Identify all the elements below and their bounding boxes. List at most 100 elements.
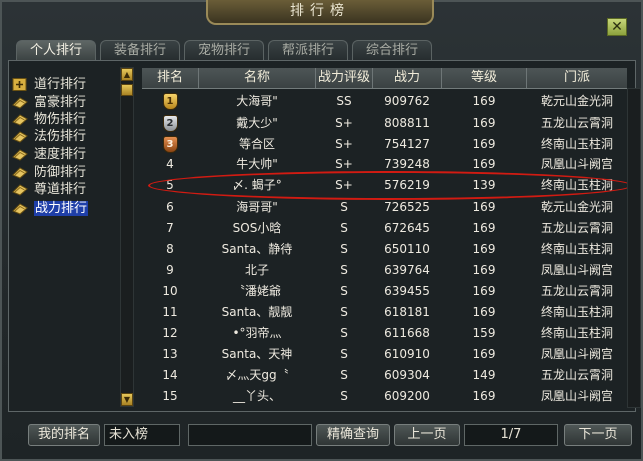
bottom-bar: 我的排名 未入榜 精确查询 上一页 1/7 下一页 — [8, 418, 636, 452]
scroll-icon — [12, 148, 28, 161]
cell-grade: SS — [336, 94, 352, 108]
category-item-physical-damage[interactable]: 物伤排行 — [12, 111, 86, 128]
scroll-down-arrow-icon[interactable]: ▼ — [121, 393, 133, 406]
cell-name: 北子 — [244, 263, 269, 277]
cell-power: 618181 — [384, 305, 430, 319]
cell-sect: 凤凰山斗阙宫 — [540, 157, 613, 171]
cell-name: SOS小晗 — [232, 221, 282, 235]
cell-name: 〝潘姥爺 — [232, 284, 281, 298]
my-rank-value: 未入榜 — [104, 424, 180, 446]
category-label: 道行排行 — [34, 77, 87, 92]
table-row[interactable]: 9 北子 S 639764 169 凤凰山斗阙宫 — [142, 261, 627, 280]
scroll-up-arrow-icon[interactable]: ▲ — [121, 68, 133, 81]
cell-sect: 五龙山云霄洞 — [540, 221, 613, 235]
table-row[interactable]: 14 〆灬天gg〝 S 609304 149 五龙山云霄洞 — [142, 366, 627, 385]
tab-overall-ranking[interactable]: 综合排行 — [352, 40, 432, 60]
cell-grade: S — [340, 263, 348, 277]
category-scrollbar[interactable]: ▲ ▼ — [120, 67, 134, 407]
cell-power: 610910 — [384, 347, 430, 361]
category-label: 防御排行 — [34, 165, 87, 180]
scroll-icon — [12, 130, 28, 143]
cell-name: Santa、天神 — [221, 347, 293, 361]
cell-sect: 乾元山金光洞 — [540, 200, 613, 214]
category-item-magic-damage[interactable]: 法伤排行 — [12, 128, 86, 145]
next-page-button[interactable]: 下一页 — [564, 424, 632, 446]
table-row[interactable]: 7 SOS小晗 S 672645 169 五龙山云霄洞 — [142, 219, 627, 238]
prev-page-button[interactable]: 上一页 — [394, 424, 460, 446]
table-row[interactable]: 3 等合区 S+ 754127 169 终南山玉柱洞 — [142, 135, 627, 154]
cell-grade: S — [340, 200, 348, 214]
cell-grade: S+ — [335, 116, 353, 130]
header-level: 等级 — [470, 70, 497, 85]
cell-name: __丫头、 — [232, 389, 281, 403]
cell-name: •°羽帝灬 — [232, 326, 282, 340]
scroll-icon — [12, 183, 28, 196]
scroll-thumb[interactable] — [121, 84, 133, 96]
cell-level: 169 — [472, 305, 496, 319]
cell-rank: 12 — [162, 326, 178, 340]
cell-name: 海哥哥" — [236, 200, 278, 214]
cell-rank: 7 — [166, 221, 174, 235]
table-row[interactable]: 15 __丫头、 S 609200 169 凤凰山斗阙宫 — [142, 387, 627, 406]
cell-grade: S+ — [335, 137, 353, 151]
my-rank-button[interactable]: 我的排名 — [28, 424, 100, 446]
table-row[interactable]: 11 Santa、靓靓 S 618181 169 终南山玉柱洞 — [142, 303, 627, 322]
cell-power: 609304 — [384, 368, 430, 382]
search-input[interactable] — [188, 424, 312, 446]
category-item-speed[interactable]: 速度排行 — [12, 146, 86, 163]
cell-sect: 终南山玉柱洞 — [540, 137, 613, 151]
tab-personal-ranking[interactable]: 个人排行 — [16, 40, 96, 60]
category-item-wealth[interactable]: 富豪排行 — [12, 94, 86, 111]
cell-rank: 15 — [162, 389, 178, 403]
category-item-combat-power[interactable]: 战力排行 — [12, 200, 89, 217]
category-label: 物伤排行 — [34, 112, 87, 127]
cell-name: 〆灬天gg〝 — [225, 368, 289, 382]
cell-rank: 13 — [162, 347, 178, 361]
red-highlight-circle — [148, 171, 632, 200]
table-row[interactable]: 2 戴大少" S+ 808811 169 五龙山云霄洞 — [142, 114, 627, 133]
cell-name: Santa、靓靓 — [221, 305, 293, 319]
silver-medal-icon: 2 — [162, 115, 178, 132]
cell-name: 等合区 — [238, 137, 275, 151]
tab-pet-ranking[interactable]: 宠物排行 — [184, 40, 264, 60]
rank-medal: 3 — [142, 135, 198, 154]
cell-power: 639455 — [384, 284, 430, 298]
rank-medal: 2 — [142, 114, 198, 133]
category-label: 速度排行 — [34, 147, 87, 162]
plus-square-icon[interactable] — [12, 78, 28, 91]
cell-sect: 五龙山云霄洞 — [540, 284, 613, 298]
close-button[interactable]: ✕ — [607, 18, 627, 36]
category-item-defense[interactable]: 防御排行 — [12, 164, 86, 181]
exact-search-button[interactable]: 精确查询 — [316, 424, 390, 446]
category-label: 战力排行 — [34, 201, 89, 216]
table-row[interactable]: 13 Santa、天神 S 610910 169 凤凰山斗阙宫 — [142, 345, 627, 364]
cell-level: 169 — [472, 263, 496, 277]
table-row[interactable]: 1 大海哥" SS 909762 169 乾元山金光洞 — [142, 92, 627, 111]
table-row[interactable]: 6 海哥哥" S 726525 169 乾元山金光洞 — [142, 198, 627, 217]
table-row[interactable]: 12 •°羽帝灬 S 611668 159 终南山玉柱洞 — [142, 324, 627, 343]
category-item-zundao[interactable]: 尊道排行 — [12, 181, 86, 198]
table-row[interactable]: 10 〝潘姥爺 S 639455 169 五龙山云霄洞 — [142, 282, 627, 301]
cell-rank: 9 — [166, 263, 174, 277]
header-grade: 战力评级 — [317, 70, 370, 85]
category-item-daoxing[interactable]: 道行排行 — [12, 76, 86, 93]
gold-medal-icon: 1 — [162, 93, 178, 110]
cell-grade: S — [340, 326, 348, 340]
cell-level: 169 — [472, 389, 496, 403]
cell-sect: 凤凰山斗阙宫 — [540, 263, 613, 277]
cell-sect: 终南山玉柱洞 — [540, 326, 613, 340]
category-label: 尊道排行 — [34, 182, 87, 197]
cell-name: Santa、静待 — [221, 242, 293, 256]
cell-level: 169 — [472, 242, 496, 256]
table-row[interactable]: 8 Santa、静待 S 650110 169 终南山玉柱洞 — [142, 240, 627, 259]
cell-rank: 4 — [166, 157, 174, 171]
table-scrollbar[interactable] — [627, 88, 641, 408]
cell-grade: S — [340, 221, 348, 235]
tab-guild-ranking[interactable]: 帮派排行 — [268, 40, 348, 60]
header-sect: 门派 — [563, 70, 590, 85]
category-label: 法伤排行 — [34, 129, 87, 144]
tab-equipment-ranking[interactable]: 装备排行 — [100, 40, 180, 60]
cell-power: 754127 — [384, 137, 430, 151]
scroll-icon — [12, 96, 28, 109]
cell-sect: 五龙山云霄洞 — [540, 368, 613, 382]
